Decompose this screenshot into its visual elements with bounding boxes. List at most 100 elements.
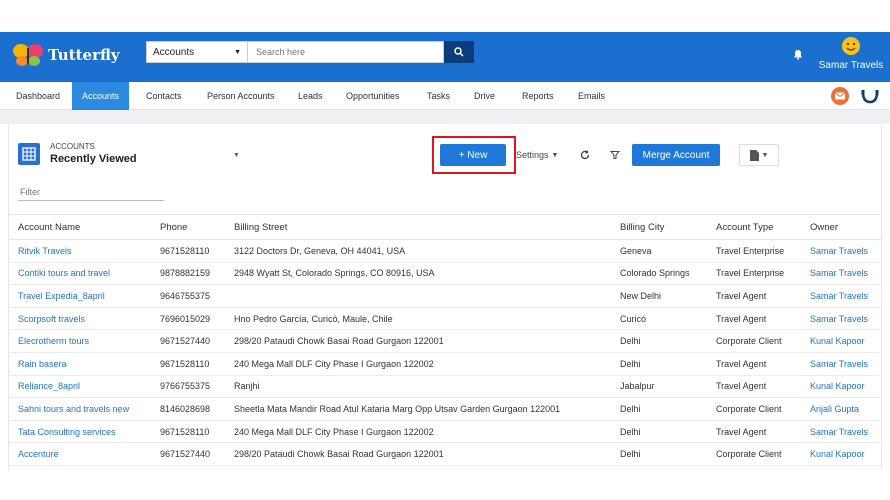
billing-city-cell: Jabalpur: [610, 375, 706, 399]
account-list-icon: [18, 143, 40, 165]
user-avatar-icon: [842, 37, 860, 55]
billing-city-cell: Delhi: [610, 352, 706, 376]
billing-street-cell: 240 Mega Mall DLF City Phase I Gurgaon 1…: [224, 352, 610, 376]
billing-city-cell: Colorado Springs: [610, 262, 706, 286]
tab-contacts[interactable]: Contacts: [146, 82, 182, 110]
search-object-value: Accounts: [153, 46, 195, 58]
account-type-cell: Travel Agent: [706, 284, 800, 308]
new-button-highlight: [432, 136, 516, 174]
billing-street-cell: [224, 284, 610, 308]
tab-dashboard[interactable]: Dashboard: [16, 82, 60, 110]
tab-accounts[interactable]: Accounts: [72, 82, 130, 110]
owner-link[interactable]: Samar Travels: [800, 284, 882, 308]
billing-street-cell: Sheetla Mata Mandir Road Atul Kataria Ma…: [224, 397, 610, 421]
mail-icon[interactable]: [830, 86, 850, 106]
filter-icon: [610, 151, 620, 159]
settings-caret-icon: ▼: [551, 151, 559, 159]
account-name-link[interactable]: Contiki tours and travel: [8, 262, 150, 286]
phone-cell: 9878882159: [150, 262, 224, 286]
tab-reports[interactable]: Reports: [522, 82, 554, 110]
app-name: Tutterfly: [48, 46, 120, 64]
nav-utility-icons: [830, 86, 880, 106]
owner-link[interactable]: Kunal Kapoor: [800, 375, 882, 399]
account-name-link[interactable]: Reliance_8april: [8, 375, 150, 399]
export-dropdown[interactable]: ▼: [739, 144, 779, 166]
phone-cell: 7696015029: [150, 307, 224, 331]
phone-cell: 8146028698: [150, 397, 224, 421]
table-row: Sahni tours and travels new 8146028698 S…: [8, 397, 882, 421]
accounts-table: Account Name Phone Billing Street Billin…: [8, 214, 882, 466]
user-name: Samar Travels: [818, 60, 884, 71]
owner-link[interactable]: Kunal Kapoor: [800, 329, 882, 353]
main-nav: Dashboard Accounts Contacts Person Accou…: [0, 82, 890, 110]
tab-person-accounts[interactable]: Person Accounts: [207, 82, 275, 110]
account-name-link[interactable]: Tata Consulting services: [8, 420, 150, 444]
column-header-phone[interactable]: Phone: [150, 214, 224, 240]
app-logo[interactable]: Tutterfly: [12, 40, 132, 70]
bell-icon: [794, 50, 802, 60]
tab-emails[interactable]: Emails: [578, 82, 605, 110]
caret-down-icon: ▼: [234, 48, 241, 56]
phone-cell: 9671528110: [150, 420, 224, 444]
account-name-link[interactable]: Elecrotherm tours: [8, 329, 150, 353]
column-header-billing-city[interactable]: Billing City: [610, 214, 706, 240]
owner-link[interactable]: Kunal Kapoor: [800, 442, 882, 466]
account-name-link[interactable]: Ritvik Travels: [8, 239, 150, 263]
billing-city-cell: New Delhi: [610, 284, 706, 308]
billing-city-cell: Delhi: [610, 329, 706, 353]
account-name-link[interactable]: Scorpsoft travels: [8, 307, 150, 331]
owner-link[interactable]: Anjali Gupta: [800, 397, 882, 421]
column-header-billing-street[interactable]: Billing Street: [224, 214, 610, 240]
owner-link[interactable]: Samar Travels: [800, 262, 882, 286]
merge-account-button[interactable]: Merge Account: [632, 144, 720, 166]
list-view-name[interactable]: Recently Viewed: [50, 153, 137, 165]
chevron-down-icon[interactable]: ▼: [233, 152, 240, 159]
search-input[interactable]: [248, 41, 444, 63]
column-header-account-name[interactable]: Account Name: [8, 214, 150, 240]
filter-button[interactable]: [605, 145, 625, 165]
search-object-select[interactable]: Accounts ▼: [146, 41, 248, 63]
account-name-link[interactable]: Accenture: [8, 442, 150, 466]
user-menu[interactable]: Samar Travels: [818, 36, 884, 71]
search-icon: [454, 47, 464, 57]
owner-link[interactable]: Samar Travels: [800, 239, 882, 263]
phone-cell: 9671528110: [150, 352, 224, 376]
tab-tasks[interactable]: Tasks: [427, 82, 450, 110]
column-header-owner[interactable]: Owner: [800, 214, 882, 240]
owner-link[interactable]: Samar Travels: [800, 420, 882, 444]
billing-street-cell: 298/20 Pataudi Chowk Basai Road Gurgaon …: [224, 442, 610, 466]
refresh-button[interactable]: [575, 145, 595, 165]
column-header-account-type[interactable]: Account Type: [706, 214, 800, 240]
search-button[interactable]: [444, 41, 474, 63]
tab-drive[interactable]: Drive: [474, 82, 495, 110]
notifications-button[interactable]: [793, 49, 803, 63]
owner-link[interactable]: Samar Travels: [800, 307, 882, 331]
export-caret-icon: ▼: [761, 151, 769, 159]
account-name-link[interactable]: Sahni tours and travels new: [8, 397, 150, 421]
tab-leads[interactable]: Leads: [298, 82, 323, 110]
table-row: Rain basera 9671528110 240 Mega Mall DLF…: [8, 352, 882, 376]
account-type-cell: Travel Enterprise: [706, 262, 800, 286]
table-row: Elecrotherm tours 9671527440 298/20 Pata…: [8, 329, 882, 353]
account-name-link[interactable]: Rain basera: [8, 352, 150, 376]
table-row: Ritvik Travels 9671528110 3122 Doctors D…: [8, 239, 882, 263]
table-header-row: Account Name Phone Billing Street Billin…: [8, 214, 882, 240]
tab-opportunities[interactable]: Opportunities: [346, 82, 400, 110]
table-row: Accenture 9671527440 298/20 Pataudi Chow…: [8, 442, 882, 466]
refresh-icon: [580, 150, 590, 160]
billing-street-cell: 298/20 Pataudi Chowk Basai Road Gurgaon …: [224, 329, 610, 353]
headset-icon[interactable]: [860, 86, 880, 106]
billing-city-cell: Curicó: [610, 307, 706, 331]
billing-street-cell: 2948 Wyatt St, Colorado Springs, CO 8091…: [224, 262, 610, 286]
butterfly-logo-icon: [12, 42, 44, 68]
phone-cell: 9646755375: [150, 284, 224, 308]
account-type-cell: Corporate Client: [706, 397, 800, 421]
filter-input[interactable]: [18, 183, 164, 201]
settings-label: Settings: [516, 150, 549, 160]
top-header: Tutterfly Accounts ▼ Samar Travels: [0, 32, 890, 82]
account-name-link[interactable]: Travel Expedia_8april: [8, 284, 150, 308]
account-type-cell: Travel Agent: [706, 375, 800, 399]
owner-link[interactable]: Samar Travels: [800, 352, 882, 376]
settings-dropdown[interactable]: Settings ▼: [516, 145, 562, 165]
phone-cell: 9766755375: [150, 375, 224, 399]
